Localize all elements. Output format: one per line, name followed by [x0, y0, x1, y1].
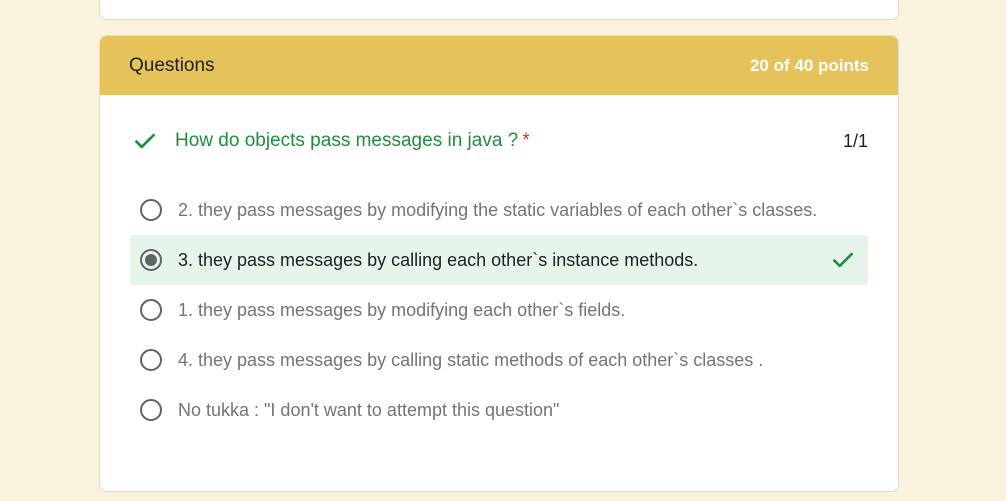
section-header: Questions 20 of 40 points [100, 36, 898, 95]
option-label: 1. they pass messages by modifying each … [178, 299, 626, 320]
check-icon [132, 128, 158, 154]
options-list: 2. they pass messages by modifying the s… [100, 185, 898, 435]
radio-button[interactable] [140, 399, 162, 421]
question-header: How do objects pass messages in java ? * … [100, 127, 898, 155]
option-label: 3. they pass messages by calling each ot… [178, 249, 699, 270]
option-item-selected[interactable]: 3. they pass messages by calling each ot… [130, 235, 868, 285]
section-score: 20 of 40 points [749, 55, 869, 75]
questions-section-card: Questions 20 of 40 points How do objects… [99, 35, 899, 492]
option-label: 2. they pass messages by modifying the s… [178, 199, 818, 220]
option-item[interactable]: 1. they pass messages by modifying each … [130, 285, 868, 335]
radio-button[interactable] [140, 199, 162, 221]
radio-button-checked[interactable] [140, 249, 162, 271]
section-title: Questions [129, 54, 215, 76]
radio-button[interactable] [140, 349, 162, 371]
required-mark: * [522, 130, 530, 151]
radio-button[interactable] [140, 299, 162, 321]
question-text: How do objects pass messages in java ? [175, 130, 519, 151]
radio-dot [145, 254, 157, 266]
previous-section-card [99, 0, 899, 20]
option-item[interactable]: 2. they pass messages by modifying the s… [130, 185, 868, 235]
option-item[interactable]: No tukka : "I don't want to attempt this… [130, 385, 868, 435]
question-score: 1/1 [842, 130, 868, 151]
question-title: How do objects pass messages in java ? * [175, 130, 843, 152]
option-label: 4. they pass messages by calling static … [178, 349, 764, 370]
correct-check-icon [830, 247, 856, 273]
option-item[interactable]: 4. they pass messages by calling static … [130, 335, 868, 385]
option-label: No tukka : "I don't want to attempt this… [178, 399, 560, 420]
